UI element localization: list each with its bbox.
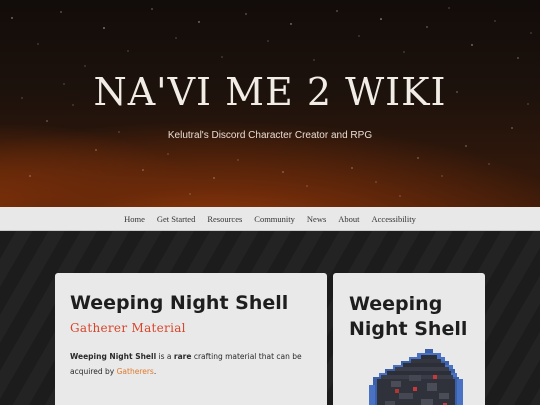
main-navigation: Home Get Started Resources Community New… [0,207,540,231]
infobox-card: Weeping Night Shell [333,273,485,405]
gatherers-link[interactable]: Gatherers [117,367,154,376]
article-card: Weeping Night Shell Gatherer Material We… [55,273,327,405]
site-tagline: Kelutral's Discord Character Creator and… [167,130,373,141]
article-category: Gatherer Material [70,321,186,335]
nav-item-get-started[interactable]: Get Started [151,207,201,231]
intro-text-3: . [153,367,157,376]
site-title: NA'VI ME 2 WIKI [93,70,447,114]
article-title: Weeping Night Shell [70,292,289,314]
nav-item-resources[interactable]: Resources [201,207,248,231]
intro-text-1: is a [156,352,174,361]
nav-item-about[interactable]: About [332,207,365,231]
nav-item-accessibility[interactable]: Accessibility [366,207,422,231]
nav-item-community[interactable]: Community [248,207,301,231]
nav-item-home[interactable]: Home [118,207,151,231]
shell-item-icon [369,349,463,405]
intro-rarity: rare [173,352,192,361]
article-intro: Weeping Night Shell is a rare crafting m… [70,349,315,379]
hero-banner: NA'VI ME 2 WIKI Kelutral's Discord Chara… [0,0,540,207]
infobox-title: Weeping Night Shell [349,293,468,340]
nav-item-news[interactable]: News [301,207,332,231]
intro-subject: Weeping Night Shell [70,352,157,361]
